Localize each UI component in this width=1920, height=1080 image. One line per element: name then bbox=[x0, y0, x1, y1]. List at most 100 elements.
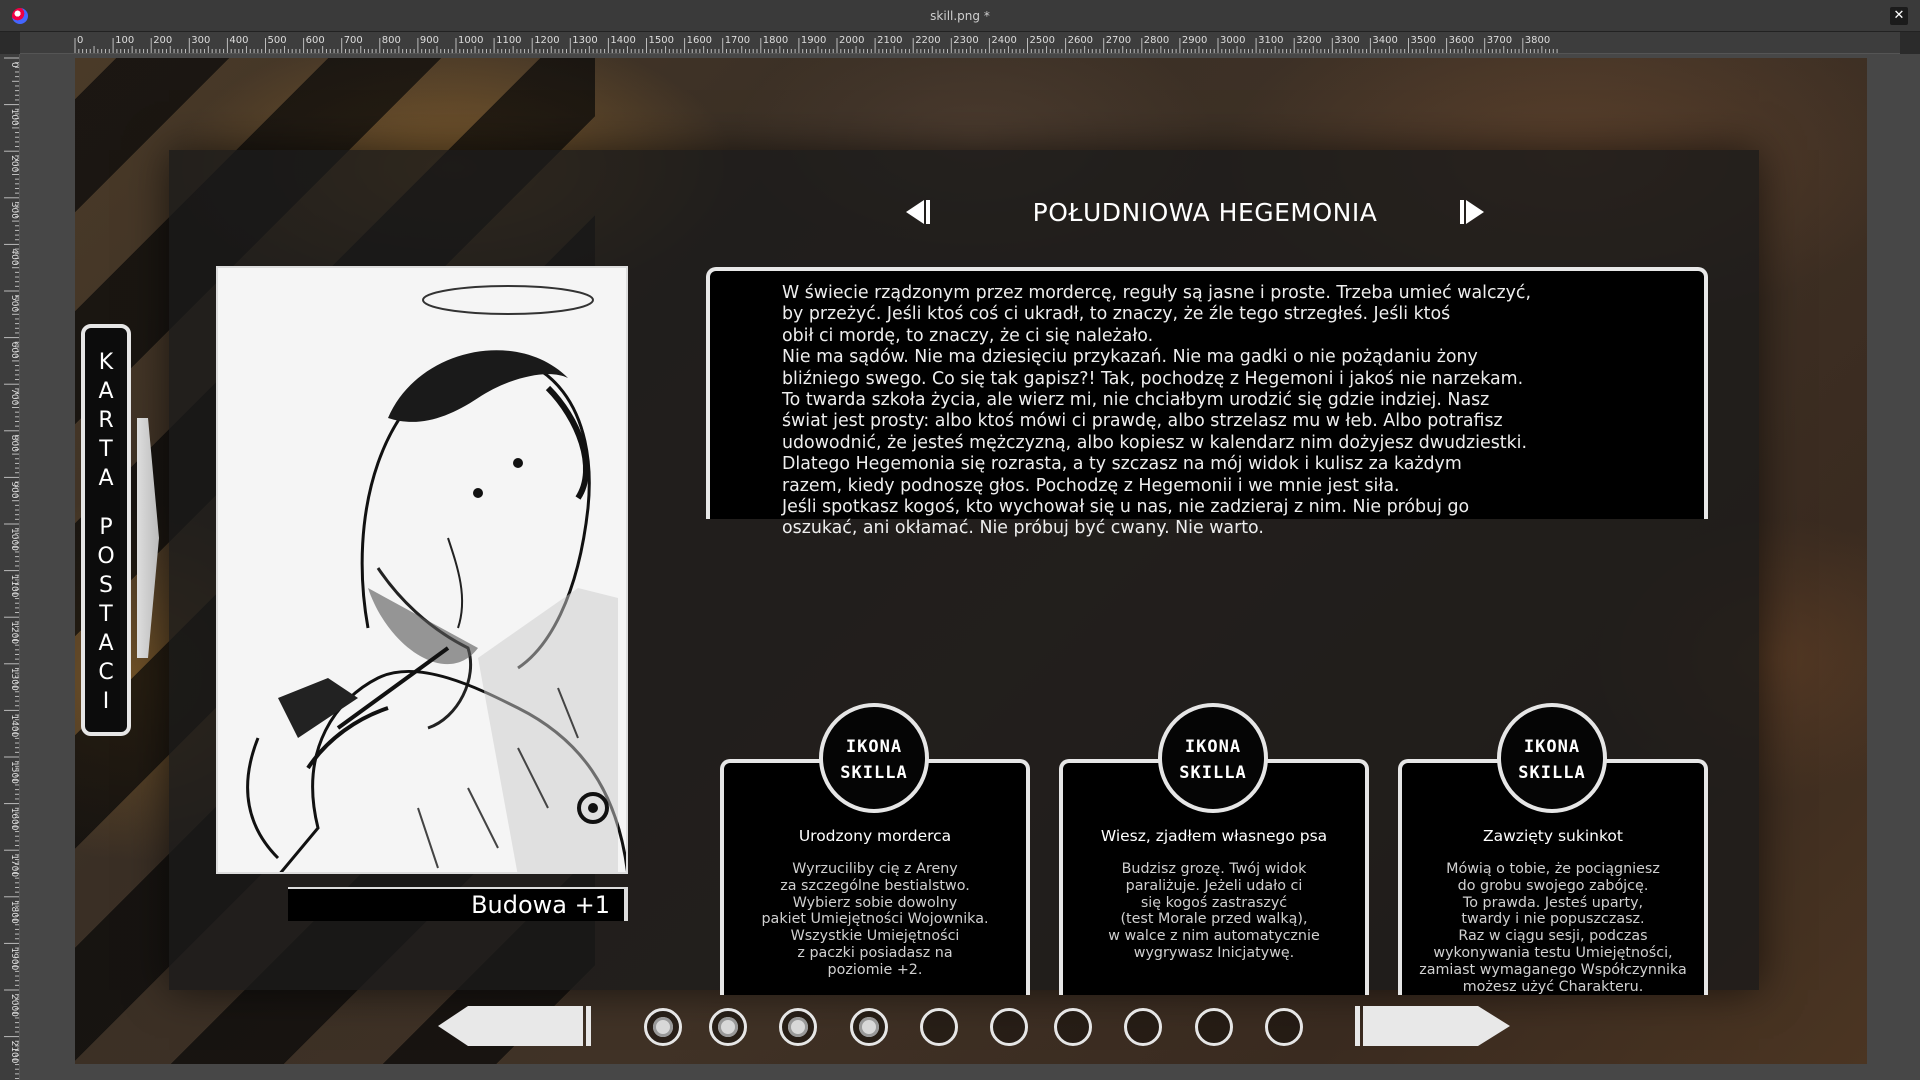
page-dot[interactable] bbox=[990, 1008, 1028, 1046]
ruler-label: 3200 bbox=[1296, 35, 1321, 46]
ruler-label: 3800 bbox=[1525, 35, 1550, 46]
ruler-label: 300 bbox=[191, 35, 210, 46]
ruler-label: 3700 bbox=[1487, 35, 1512, 46]
ruler-label: 2500 bbox=[1030, 35, 1055, 46]
skill-icon-label: IKONA SKILLA bbox=[1518, 737, 1586, 783]
horizontal-ruler: 0 100 200 300 400 500 600 700 800 900 1000 1100 1200… bbox=[20, 32, 1900, 54]
ruler-label: 3400 bbox=[1372, 35, 1397, 46]
character-sheet-tab[interactable]: KARTAPOSTACI bbox=[81, 324, 131, 736]
ruler-label: 2200 bbox=[915, 35, 940, 46]
ruler-label: 1700 bbox=[9, 854, 19, 877]
faction-description-box: W świecie rządzonym przez mordercę, regu… bbox=[706, 267, 1708, 538]
tab-letter: I bbox=[102, 689, 110, 714]
tab-letter: C bbox=[98, 660, 114, 685]
ruler-label: 2900 bbox=[1182, 35, 1207, 46]
ruler-label: 3600 bbox=[1449, 35, 1474, 46]
ruler-label: 3500 bbox=[1411, 35, 1436, 46]
ruler-label: 2000 bbox=[9, 994, 19, 1017]
tab-letter: T bbox=[99, 602, 113, 627]
vertical-ruler: 0 100 200 300 400 500 600 700 800 900 1000 1100 1200… bbox=[0, 54, 20, 1080]
tab-label: KARTAPOSTACI bbox=[85, 348, 127, 716]
page-dot[interactable] bbox=[850, 1008, 888, 1046]
ruler-label: 1100 bbox=[496, 35, 521, 46]
ruler-label: 3300 bbox=[1334, 35, 1359, 46]
ruler-label: 1400 bbox=[9, 714, 19, 737]
tab-letter: A bbox=[98, 466, 114, 491]
ruler-label: 800 bbox=[9, 435, 19, 452]
page-dot[interactable] bbox=[644, 1008, 682, 1046]
ruler-label: 2100 bbox=[877, 35, 902, 46]
ruler-label: 1000 bbox=[458, 35, 483, 46]
skill-card: IKONA SKILLA Urodzony morderca Wyrzucili… bbox=[720, 703, 1030, 995]
ruler-label: 500 bbox=[268, 35, 287, 46]
ruler-label: 1600 bbox=[9, 808, 19, 831]
ruler-label: 2000 bbox=[839, 35, 864, 46]
faction-title: POŁUDNIOWA HEGEMONIA bbox=[1032, 198, 1378, 227]
ruler-label: 2400 bbox=[991, 35, 1016, 46]
ruler-label: 1500 bbox=[649, 35, 674, 46]
tab-spacer bbox=[85, 493, 127, 513]
skill-icon-label: IKONA SKILLA bbox=[1179, 737, 1247, 783]
previous-faction-icon[interactable] bbox=[902, 197, 932, 227]
ruler-label: 1100 bbox=[9, 575, 19, 598]
skill-icon: IKONA SKILLA bbox=[1497, 703, 1607, 813]
previous-page-arrow-icon[interactable] bbox=[438, 1004, 593, 1048]
ruler-label: 1600 bbox=[687, 35, 712, 46]
faction-description: W świecie rządzonym przez mordercę, regu… bbox=[782, 283, 1532, 539]
ruler-label: 600 bbox=[306, 35, 325, 46]
skill-icon: IKONA SKILLA bbox=[1158, 703, 1268, 813]
ruler-label: 200 bbox=[153, 35, 172, 46]
skill-description: Mówią o tobie, że pociągniesz do grobu s… bbox=[1419, 861, 1687, 995]
ruler-label: 1200 bbox=[9, 621, 19, 644]
ruler-label: 1300 bbox=[9, 668, 19, 691]
page-dot[interactable] bbox=[1195, 1008, 1233, 1046]
character-portrait bbox=[216, 266, 628, 874]
stat-label: Budowa +1 bbox=[288, 887, 628, 921]
page-dot[interactable] bbox=[1124, 1008, 1162, 1046]
page-dot[interactable] bbox=[1054, 1008, 1092, 1046]
close-button[interactable]: ✕ bbox=[1890, 7, 1908, 25]
ruler-label: 1800 bbox=[9, 901, 19, 924]
ruler-label: 200 bbox=[9, 155, 19, 172]
window-title: skill.png * bbox=[930, 9, 990, 23]
ruler-label: 0 bbox=[77, 35, 83, 46]
skill-name: Zawzięty sukinkot bbox=[1483, 827, 1623, 845]
ruler-label: 3000 bbox=[1220, 35, 1245, 46]
ruler-label: 2100 bbox=[9, 1041, 19, 1064]
skill-card: IKONA SKILLA Zawzięty sukinkot Mówią o t… bbox=[1398, 703, 1708, 995]
ruler-label: 1200 bbox=[534, 35, 559, 46]
ruler-label: 600 bbox=[9, 342, 19, 359]
tab-letter: S bbox=[99, 573, 113, 598]
skill-name: Wiesz, zjadłem własnego psa bbox=[1100, 827, 1328, 845]
next-page-arrow-icon[interactable] bbox=[1353, 1004, 1510, 1048]
ruler-label: 1000 bbox=[9, 528, 19, 551]
ruler-label: 400 bbox=[9, 248, 19, 265]
tab-letter: A bbox=[98, 379, 114, 404]
ruler-label: 1300 bbox=[572, 35, 597, 46]
tab-letter: T bbox=[99, 437, 113, 462]
page-dot[interactable] bbox=[709, 1008, 747, 1046]
tab-letter: A bbox=[98, 631, 114, 656]
ruler-label: 100 bbox=[115, 35, 134, 46]
next-faction-icon[interactable] bbox=[1458, 197, 1488, 227]
image-canvas: KARTAPOSTACI Budowa +1 POŁUDNIOWA HEGEMO… bbox=[75, 58, 1867, 1064]
ruler-label: 400 bbox=[229, 35, 248, 46]
page-dot[interactable] bbox=[1265, 1008, 1303, 1046]
tab-letter: P bbox=[99, 515, 113, 540]
page-dot[interactable] bbox=[920, 1008, 958, 1046]
tab-letter: O bbox=[97, 544, 115, 569]
page-dot[interactable] bbox=[779, 1008, 817, 1046]
skill-name: Urodzony morderca bbox=[798, 827, 952, 845]
ruler-label: 1900 bbox=[801, 35, 826, 46]
ruler-label: 2600 bbox=[1068, 35, 1093, 46]
tab-letter: R bbox=[98, 408, 114, 433]
ruler-label: 1400 bbox=[610, 35, 635, 46]
ruler-label: 300 bbox=[9, 202, 19, 219]
ruler-label: 2700 bbox=[1106, 35, 1131, 46]
ruler-label: 1500 bbox=[9, 761, 19, 784]
window-titlebar: skill.png * ✕ bbox=[0, 0, 1920, 32]
skill-description: Wyrzuciliby cię z Areny za szczególne be… bbox=[761, 861, 989, 978]
ruler-label: 700 bbox=[344, 35, 363, 46]
ruler-label: 500 bbox=[9, 295, 19, 312]
ruler-label: 900 bbox=[9, 481, 19, 498]
